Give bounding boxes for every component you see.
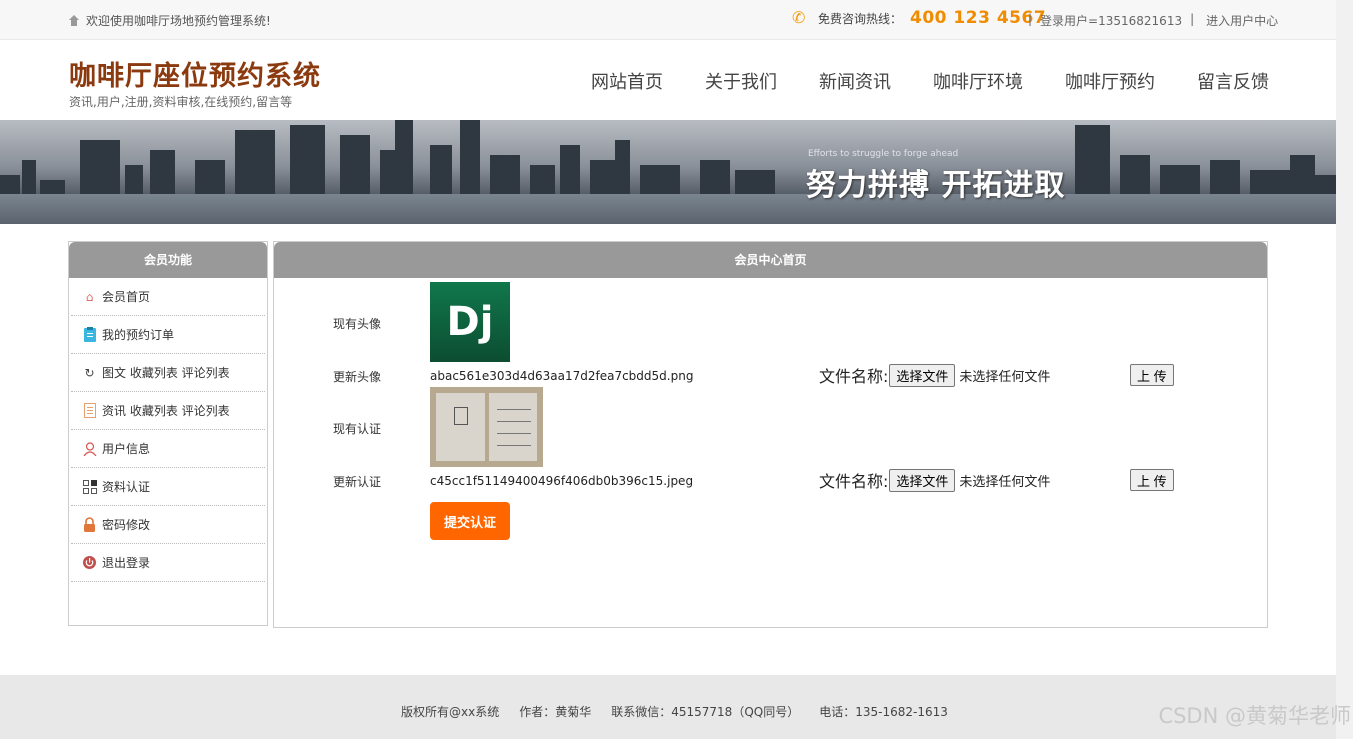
update-cert-label: 更新认证 [333,475,382,489]
hotline-label: 免费咨询热线： [818,11,903,26]
current-avatar-image: Dj [430,282,510,362]
sidebar-item-label: 用户信息 [102,442,151,456]
cert-line [496,409,531,410]
sidebar-item-label: 退出登录 [102,556,151,570]
nav-environment[interactable]: 咖啡厅环境 [933,68,1023,94]
home-icon [68,14,80,27]
separator: | [1190,12,1195,26]
welcome-area: 欢迎使用咖啡厅场地预约管理系统! [68,12,271,29]
submit-verification-button[interactable]: 提交认证 [430,502,510,540]
history-icon: ↻ [84,365,95,380]
footer-wechat: 联系微信：45157718（QQ同号） [611,705,800,719]
sidebar-item-news-favorites[interactable]: 资讯 收藏列表 评论列表 [71,392,265,430]
sidebar-item-logout[interactable]: 退出登录 [71,544,265,582]
cert-line [496,445,531,446]
file-name-label: 文件名称: [819,367,889,386]
login-user: 登录用户=13516821613 [1040,14,1183,28]
footer-author: 作者：黄菊华 [519,705,592,719]
member-center-panel: 会员中心首页 现有头像 Dj 更新头像 abac561e303d4d63aa17… [273,241,1268,628]
clipboard-icon [82,327,97,342]
site-title[interactable]: 咖啡厅座位预约系统 [69,54,321,93]
separator: | [1028,12,1033,26]
sidebar-item-image-favorites[interactable]: ↻ 图文 收藏列表 评论列表 [71,354,265,392]
user-icon [82,441,97,456]
choose-cert-file-button[interactable]: 选择文件 [889,468,956,492]
footer-phone: 电话：135-1682-1613 [819,705,948,719]
update-avatar-label: 更新头像 [333,370,382,384]
user-info: | 登录用户=13516821613 | 进入用户中心 [1028,12,1278,29]
file-name-label: 文件名称: [819,472,889,491]
sidebar-item-password[interactable]: 密码修改 [71,506,265,544]
sidebar-item-label: 图文 收藏列表 评论列表 [102,366,230,380]
user-center-link[interactable]: 进入用户中心 [1206,12,1278,29]
nav-news[interactable]: 新闻资讯 [819,68,891,94]
site-subtitle: 资讯,用户,注册,资料审核,在线预约,留言等 [69,95,293,109]
member-sidebar: 会员功能 ⌂ 会员首页 我的预约订单 ↻ 图文 收藏列表 评论列表 资讯 收藏列… [68,241,268,626]
sidebar-item-orders[interactable]: 我的预约订单 [71,316,265,354]
power-icon [82,555,97,570]
grid-icon [82,479,97,494]
cert-file-input: 文件名称: 选择文件 未选择任何文件 [819,468,1050,492]
hotline: ✆ 免费咨询热线： 400 123 4567 [792,8,1046,28]
upload-cert-button[interactable]: 上 传 [1130,469,1174,491]
avatar-file-input: 文件名称: 选择文件 未选择任何文件 [819,363,1050,387]
banner-slogan-english: Efforts to struggle to forge ahead [808,149,959,159]
banner-slogan: 努力拼搏 开拓进取 [806,168,1066,203]
sidebar-item-home[interactable]: ⌂ 会员首页 [71,278,265,316]
avatar-filename: abac561e303d4d63aa17d2fea7cbdd5d.png [430,369,694,383]
upload-avatar-button[interactable]: 上 传 [1130,364,1174,386]
sidebar-item-label: 密码修改 [102,518,151,532]
no-file-text: 未选择任何文件 [959,369,1051,385]
sidebar-item-label: 资讯 收藏列表 评论列表 [102,404,230,418]
cert-page-right [488,393,537,461]
csdn-watermark: CSDN @黄菊华老师 [1158,704,1351,728]
footer-copyright: 版权所有@xx系统 [401,705,500,719]
nav-about[interactable]: 关于我们 [705,68,777,94]
nav-booking[interactable]: 咖啡厅预约 [1065,68,1155,94]
footer-info: 版权所有@xx系统 作者：黄菊华 联系微信：45157718（QQ同号） 电话：… [401,703,948,720]
hotline-number: 400 123 4567 [910,8,1047,28]
river [0,194,1336,224]
sidebar-item-verification[interactable]: 资料认证 [71,468,265,506]
nav-home[interactable]: 网站首页 [591,68,663,94]
sidebar-item-user-info[interactable]: 用户信息 [71,430,265,468]
welcome-text: 欢迎使用咖啡厅场地预约管理系统! [86,14,271,28]
choose-avatar-file-button[interactable]: 选择文件 [889,363,956,387]
document-icon [82,403,97,418]
avatar-text: Dj [446,299,494,345]
sidebar-title: 会员功能 [69,242,267,278]
main-nav: 网站首页 关于我们 新闻资讯 咖啡厅环境 咖啡厅预约 留言反馈 [570,68,1290,94]
sidebar-item-label: 我的预约订单 [102,328,175,342]
city-banner: Efforts to struggle to forge ahead 努力拼搏 … [0,120,1336,224]
cert-photo-frame [454,407,468,425]
cert-page-left [436,393,485,461]
home-icon: ⌂ [85,289,94,304]
no-file-text: 未选择任何文件 [959,474,1051,490]
cert-filename: c45cc1f51149400496f406db0b396c15.jpeg [430,474,694,488]
sidebar-item-label: 资料认证 [102,480,151,494]
cert-line [496,421,531,422]
current-cert-image [430,387,543,467]
cert-line [496,433,531,434]
panel-title: 会员中心首页 [274,242,1267,278]
sidebar-item-label: 会员首页 [102,290,151,304]
current-cert-label: 现有认证 [333,422,382,436]
site-header: 咖啡厅座位预约系统 资讯,用户,注册,资料审核,在线预约,留言等 网站首页 关于… [0,40,1336,120]
current-avatar-label: 现有头像 [333,317,382,331]
lock-icon [82,517,97,532]
top-bar: 欢迎使用咖啡厅场地预约管理系统! ✆ 免费咨询热线： 400 123 4567 … [0,0,1336,40]
site-footer: 版权所有@xx系统 作者：黄菊华 联系微信：45157718（QQ同号） 电话：… [0,675,1336,739]
phone-icon: ✆ [792,8,806,27]
nav-feedback[interactable]: 留言反馈 [1197,68,1269,94]
page-scrollbar[interactable] [1336,0,1353,739]
